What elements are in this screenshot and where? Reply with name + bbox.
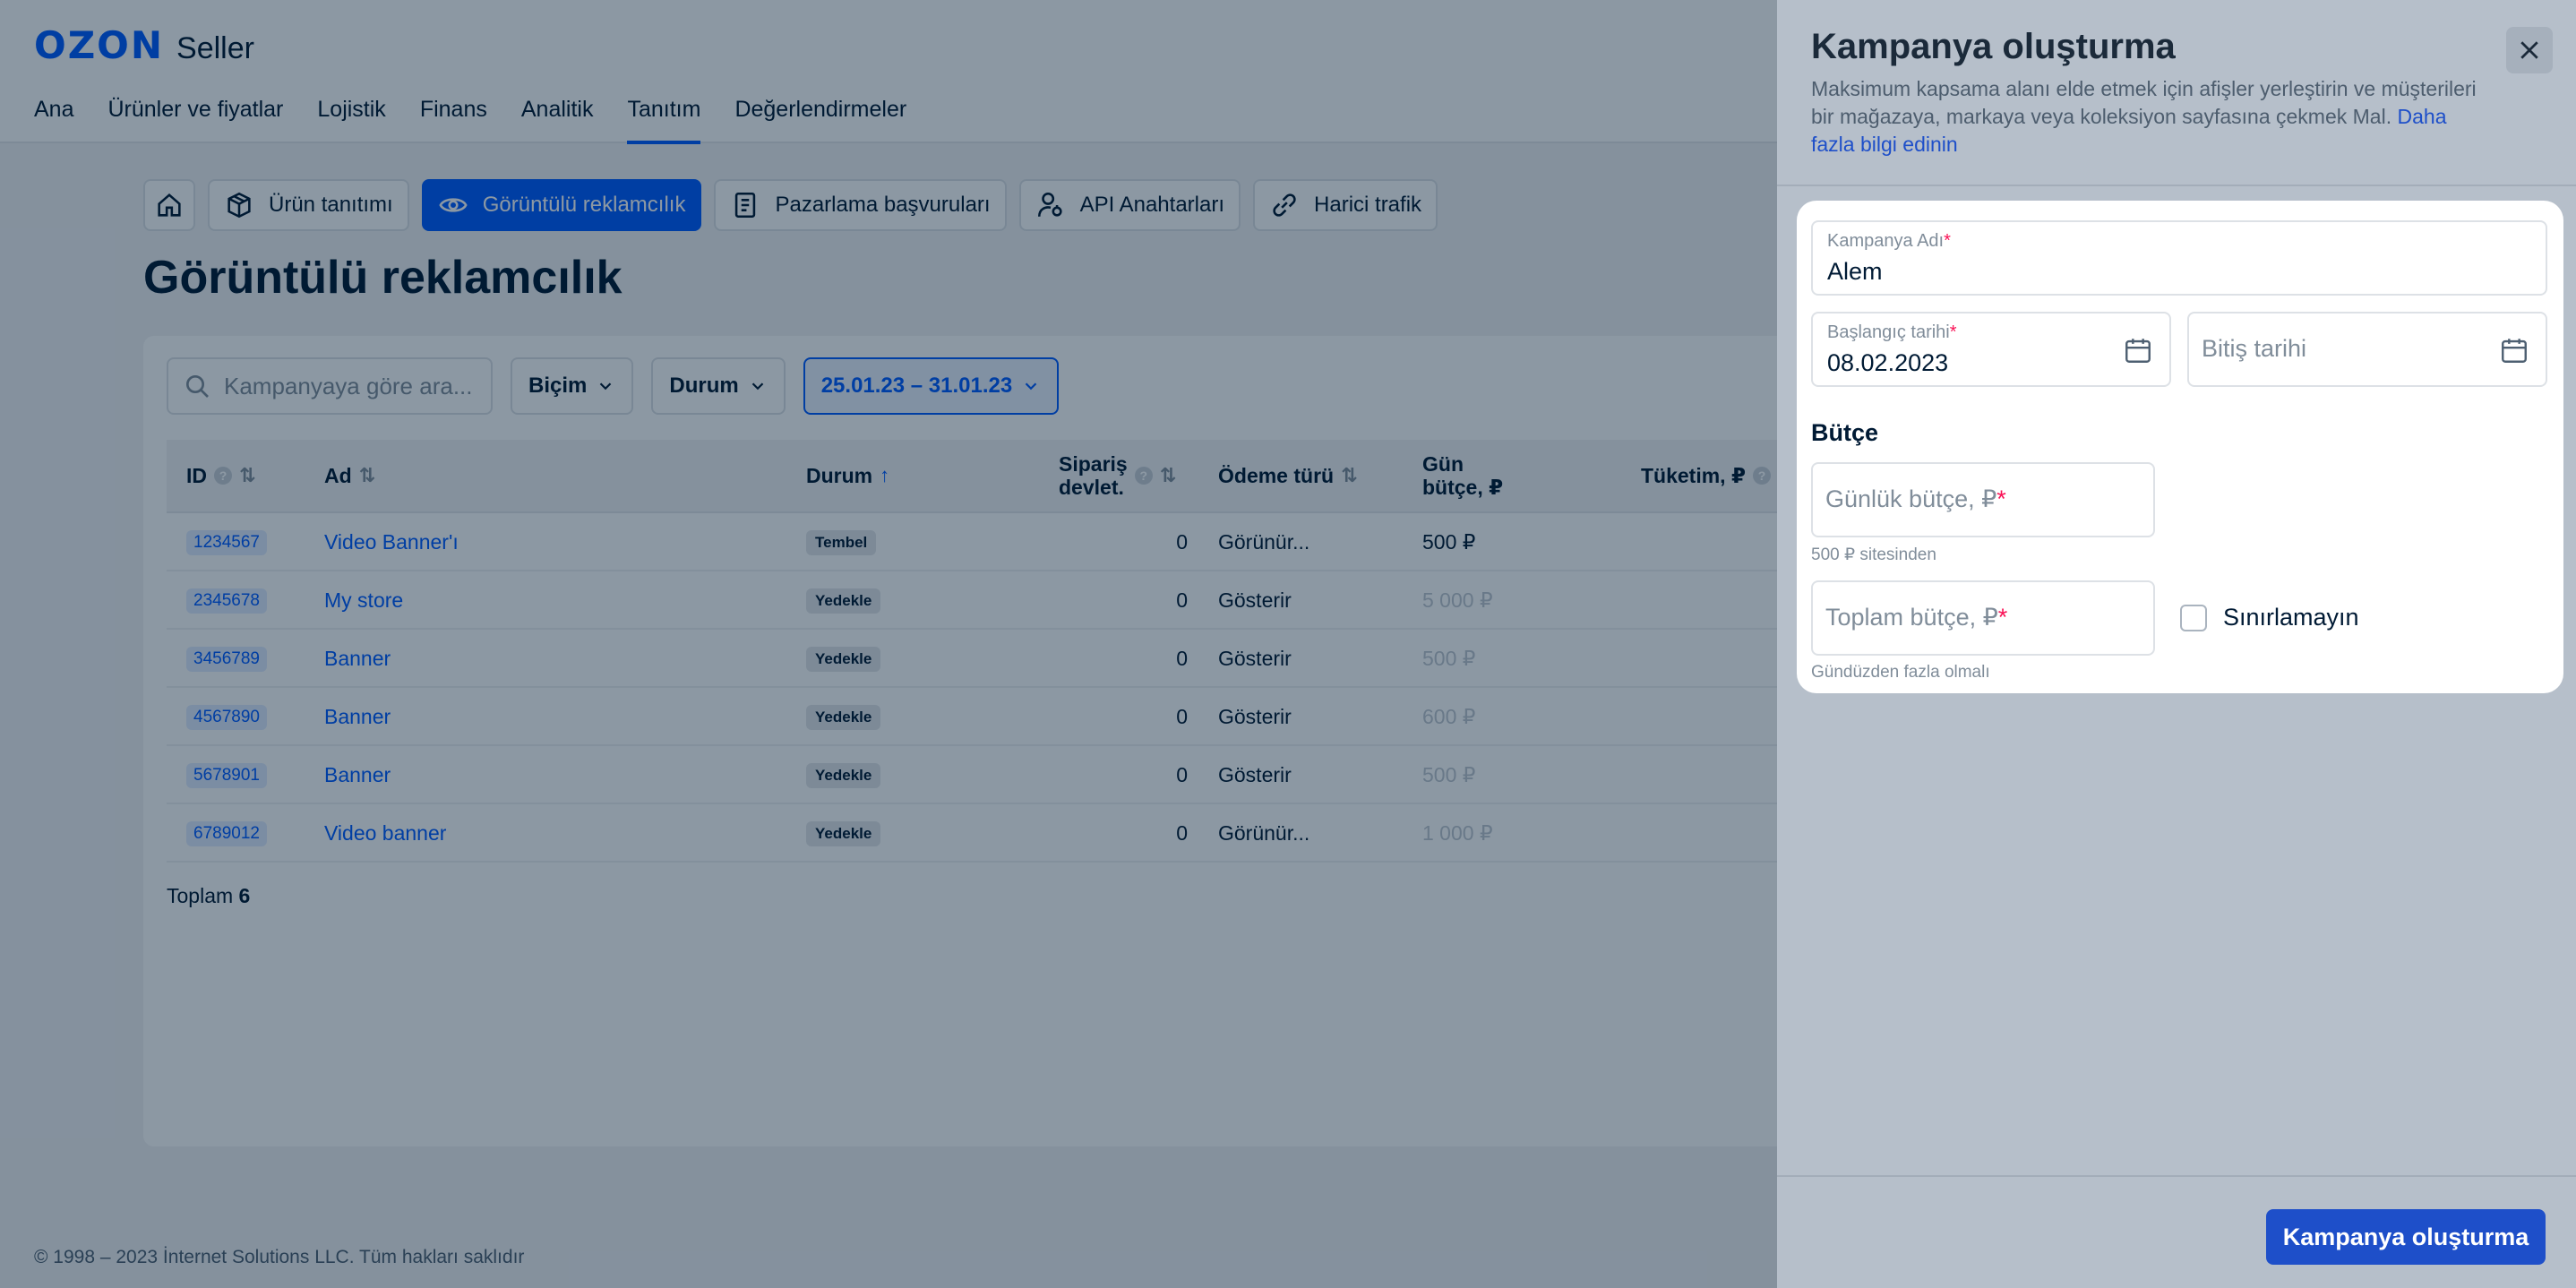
total-budget-field[interactable]: Toplam bütçe, ₽* bbox=[1811, 580, 2155, 656]
campaign-name-value: Alem bbox=[1827, 258, 1883, 285]
budget-section-title: Bütçe bbox=[1811, 419, 1879, 446]
label-text: Başlangıç tarihi bbox=[1827, 322, 1950, 342]
description-text: Maksimum kapsama alanı elde etmek için a… bbox=[1811, 77, 2477, 128]
required-marker: * bbox=[1996, 485, 2006, 512]
required-marker: * bbox=[1949, 322, 1957, 342]
start-date-label: Başlangıç tarihi* bbox=[1827, 322, 1957, 343]
modal-backdrop[interactable] bbox=[0, 0, 1777, 1288]
no-limit-checkbox[interactable] bbox=[2180, 604, 2207, 631]
start-date-value: 08.02.2023 bbox=[1827, 349, 1949, 376]
end-date-field[interactable]: Bitiş tarihi bbox=[2187, 312, 2547, 387]
campaign-name-label: Kampanya Adı* bbox=[1827, 231, 1951, 252]
close-icon bbox=[2520, 41, 2538, 59]
required-marker: * bbox=[1997, 604, 2008, 631]
calendar-icon[interactable] bbox=[2499, 335, 2529, 365]
close-button[interactable] bbox=[2506, 27, 2553, 73]
campaign-form: Kampanya Adı* Alem Başlangıç tarihi* 08.… bbox=[1797, 201, 2563, 693]
total-budget-hint: Gündüzden fazla olmalı bbox=[1811, 663, 1990, 682]
drawer-description: Maksimum kapsama alanı elde etmek için a… bbox=[1811, 75, 2492, 159]
create-campaign-drawer: Kampanya oluşturma Maksimum kapsama alan… bbox=[1777, 0, 2576, 1288]
no-limit-checkbox-row[interactable]: Sınırlamayın bbox=[2180, 604, 2359, 631]
drawer-title: Kampanya oluşturma bbox=[1811, 27, 2176, 66]
no-limit-label: Sınırlamayın bbox=[2223, 604, 2359, 631]
required-marker: * bbox=[1944, 231, 1951, 251]
daily-budget-placeholder: Günlük bütçe, ₽* bbox=[1825, 485, 2006, 513]
drawer-header: Kampanya oluşturma Maksimum kapsama alan… bbox=[1777, 0, 2576, 186]
daily-budget-field[interactable]: Günlük bütçe, ₽* bbox=[1811, 462, 2155, 537]
campaign-name-field[interactable]: Kampanya Adı* Alem bbox=[1811, 220, 2547, 296]
total-budget-placeholder: Toplam bütçe, ₽* bbox=[1825, 604, 2007, 631]
placeholder-text: Günlük bütçe, ₽ bbox=[1825, 485, 1997, 512]
label-text: Kampanya Adı bbox=[1827, 231, 1945, 251]
end-date-placeholder: Bitiş tarihi bbox=[2202, 335, 2307, 362]
start-date-field[interactable]: Başlangıç tarihi* 08.02.2023 bbox=[1811, 312, 2171, 387]
daily-budget-hint: 500 ₽ sitesinden bbox=[1811, 545, 1936, 564]
drawer-footer: Kampanya oluşturma bbox=[1777, 1175, 2576, 1288]
placeholder-text: Toplam bütçe, ₽ bbox=[1825, 604, 1998, 631]
create-campaign-button[interactable]: Kampanya oluşturma bbox=[2266, 1209, 2546, 1265]
calendar-icon[interactable] bbox=[2123, 335, 2153, 365]
